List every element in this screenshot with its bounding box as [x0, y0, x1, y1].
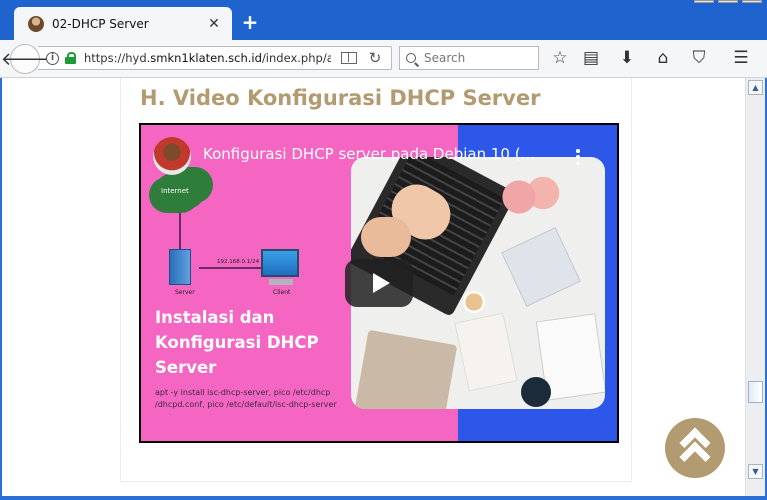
- window-close-button[interactable]: [742, 0, 762, 3]
- window-frame: [0, 78, 2, 496]
- star-icon[interactable]: ☆: [550, 48, 570, 68]
- monitor-stand: [269, 279, 293, 285]
- network-line: [179, 213, 181, 249]
- scroll-down-icon[interactable]: ▼: [748, 464, 763, 479]
- maximize-button[interactable]: [718, 0, 738, 3]
- reload-icon[interactable]: ↻: [367, 49, 383, 67]
- box-illustration: [501, 227, 581, 307]
- favicon-icon: [28, 15, 44, 32]
- new-tab-button[interactable]: +: [240, 11, 260, 33]
- client-monitor-icon: [261, 249, 299, 277]
- more-options-icon[interactable]: [575, 149, 581, 165]
- search-input[interactable]: Search: [399, 46, 539, 70]
- server-icon: [169, 249, 191, 285]
- back-arrow-icon: 🡐: [0, 48, 50, 70]
- back-to-top-button[interactable]: [665, 418, 725, 478]
- tab-title: 02-DHCP Server: [52, 16, 149, 31]
- search-icon: [406, 53, 416, 63]
- browser-window: 02-DHCP Server ✕ + i https://hyd.smkn1kl…: [0, 0, 767, 500]
- window-frame: [0, 496, 767, 500]
- back-button[interactable]: 🡐: [1, 44, 49, 74]
- coffee-cup-illustration: [463, 291, 485, 313]
- search-placeholder: Search: [424, 51, 466, 65]
- close-tab-icon[interactable]: ✕: [206, 16, 222, 32]
- download-icon[interactable]: ⬇: [617, 48, 637, 68]
- thumbnail-commands: apt -y install isc-dhcp-server, pico /et…: [155, 388, 337, 409]
- hamburger-menu-icon[interactable]: ☰: [731, 48, 751, 68]
- pocket-icon[interactable]: ⛉: [689, 48, 709, 68]
- client-label: Client: [273, 289, 291, 296]
- page-content: H. Video Konfigurasi DHCP Server Interne…: [2, 78, 745, 496]
- clipboard-icon[interactable]: ▤: [581, 48, 601, 68]
- phone-illustration: [521, 377, 551, 407]
- youtube-embed[interactable]: Internet Server 192.168.0.1/24 Client In…: [139, 123, 619, 443]
- tab-strip: 02-DHCP Server ✕ +: [0, 0, 767, 40]
- laptop-illustration: [354, 329, 458, 409]
- network-line: [199, 267, 269, 269]
- card-illustration: [454, 312, 518, 392]
- url-bar[interactable]: i https://hyd.smkn1klaten.sch.id/index.p…: [38, 46, 392, 70]
- channel-avatar[interactable]: [153, 137, 191, 175]
- video-title[interactable]: Konfigurasi DHCP server pada Debian 10 (…: [203, 145, 563, 163]
- vertical-scrollbar[interactable]: ▲ ▼: [745, 78, 765, 496]
- url-text[interactable]: https://hyd.smkn1klaten.sch.id/index.php…: [84, 51, 331, 65]
- scroll-up-icon[interactable]: ▲: [748, 80, 763, 95]
- reader-view-icon[interactable]: [341, 52, 357, 64]
- tab-active[interactable]: 02-DHCP Server ✕: [14, 7, 232, 40]
- ip-label: 192.168.0.1/24: [217, 259, 260, 265]
- minimize-button[interactable]: [694, 0, 714, 3]
- play-button[interactable]: [345, 259, 413, 307]
- thumbnail-heading: Instalasi dan Konfigurasi DHCP Server: [155, 308, 319, 377]
- flowers-illustration: [501, 177, 561, 217]
- cloud-label: Internet: [161, 187, 189, 195]
- section-heading: H. Video Konfigurasi DHCP Server: [140, 86, 541, 110]
- scroll-thumb[interactable]: [748, 381, 763, 403]
- hand-illustration: [361, 217, 411, 257]
- server-label: Server: [175, 289, 195, 296]
- lock-icon[interactable]: [65, 52, 76, 64]
- home-icon[interactable]: ⌂: [653, 48, 673, 68]
